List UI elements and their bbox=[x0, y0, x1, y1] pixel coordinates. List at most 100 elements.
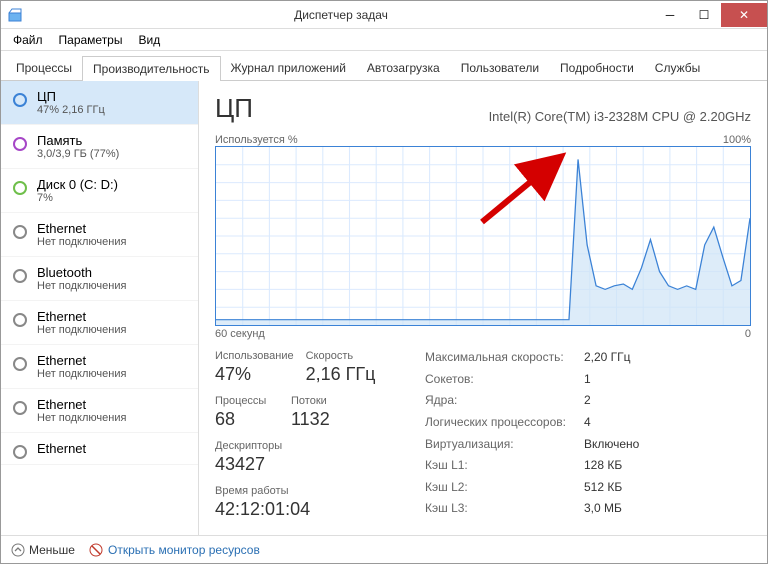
maxspeed-value: 2,20 ГГц bbox=[584, 350, 751, 369]
tab-processes[interactable]: Процессы bbox=[5, 55, 83, 80]
threads-label: Потоки bbox=[291, 395, 355, 407]
main-pane: ЦП Intel(R) Core(TM) i3-2328M CPU @ 2.20… bbox=[199, 81, 767, 535]
content-area: ЦП47% 2,16 ГГц Память3,0/3,9 ГБ (77%) Ди… bbox=[1, 81, 767, 535]
threads-value: 1132 bbox=[291, 409, 355, 430]
menu-options[interactable]: Параметры bbox=[53, 31, 129, 49]
resource-name: ЦП bbox=[215, 93, 253, 124]
footer: Меньше Открыть монитор ресурсов bbox=[1, 535, 767, 563]
resmon-icon bbox=[89, 543, 103, 557]
l2-value: 512 КБ bbox=[584, 480, 751, 499]
sidebar-item-sub: Нет подключения bbox=[37, 280, 188, 292]
stats-right: Максимальная скорость:2,20 ГГц Сокетов:1… bbox=[425, 350, 751, 520]
tabs: Процессы Производительность Журнал прило… bbox=[1, 51, 767, 81]
sidebar-item-sub: Нет подключения bbox=[37, 412, 188, 424]
virt-value: Включено bbox=[584, 437, 751, 456]
processes-value: 68 bbox=[215, 409, 279, 430]
tab-services[interactable]: Службы bbox=[644, 55, 711, 80]
sidebar-item-cpu[interactable]: ЦП47% 2,16 ГГц bbox=[1, 81, 198, 125]
net-icon bbox=[13, 445, 27, 459]
sidebar-item-label: Ethernet bbox=[37, 353, 188, 368]
l1-value: 128 КБ bbox=[584, 458, 751, 477]
sidebar-item-sub: 7% bbox=[37, 192, 188, 204]
maximize-button[interactable]: ☐ bbox=[687, 3, 721, 27]
tab-startup[interactable]: Автозагрузка bbox=[356, 55, 451, 80]
net-icon bbox=[13, 225, 27, 239]
sidebar-item-ethernet[interactable]: EthernetНет подключения bbox=[1, 213, 198, 257]
menubar: Файл Параметры Вид bbox=[1, 29, 767, 51]
chart-x-right: 0 bbox=[745, 328, 751, 340]
sidebar-item-label: ЦП bbox=[37, 89, 188, 104]
cpu-chart bbox=[215, 146, 751, 326]
bt-icon bbox=[13, 269, 27, 283]
tab-users[interactable]: Пользователи bbox=[450, 55, 550, 80]
sidebar-item-label: Ethernet bbox=[37, 397, 188, 412]
sidebar-item-sub: Нет подключения bbox=[37, 236, 188, 248]
cpu-icon bbox=[13, 93, 27, 107]
net-icon bbox=[13, 357, 27, 371]
sidebar-item-label: Bluetooth bbox=[37, 265, 188, 280]
sidebar-item-ethernet[interactable]: EthernetНет подключения bbox=[1, 389, 198, 433]
sidebar-item-label: Диск 0 (C: D:) bbox=[37, 177, 188, 192]
sidebar-item-ethernet[interactable]: EthernetНет подключения bbox=[1, 345, 198, 389]
l2-label: Кэш L2: bbox=[425, 480, 566, 499]
chart-x-left: 60 секунд bbox=[215, 328, 265, 340]
close-button[interactable]: ✕ bbox=[721, 3, 767, 27]
processes-label: Процессы bbox=[215, 395, 279, 407]
chart-y-max: 100% bbox=[723, 134, 751, 146]
handles-label: Дескрипторы bbox=[215, 440, 282, 452]
sockets-label: Сокетов: bbox=[425, 372, 566, 391]
sidebar-item-label: Память bbox=[37, 133, 188, 148]
stats-row: Использование 47% Скорость 2,16 ГГц Процес… bbox=[215, 350, 751, 520]
virt-label: Виртуализация: bbox=[425, 437, 566, 456]
handles-value: 43427 bbox=[215, 454, 282, 475]
sidebar-item-sub: Нет подключения bbox=[37, 324, 188, 336]
chevron-up-icon bbox=[11, 543, 25, 557]
uptime-label: Время работы bbox=[215, 485, 415, 497]
tab-details[interactable]: Подробности bbox=[549, 55, 645, 80]
sidebar-item-ethernet[interactable]: Ethernet bbox=[1, 433, 198, 465]
sidebar-item-sub: 47% 2,16 ГГц bbox=[37, 104, 188, 116]
window-title: Диспетчер задач bbox=[29, 8, 653, 22]
window-buttons: ─ ☐ ✕ bbox=[653, 3, 767, 27]
chart-y-label: Используется % bbox=[215, 134, 298, 146]
logical-label: Логических процессоров: bbox=[425, 415, 566, 434]
sidebar-item-label: Ethernet bbox=[37, 309, 188, 324]
menu-view[interactable]: Вид bbox=[132, 31, 166, 49]
speed-value: 2,16 ГГц bbox=[306, 364, 376, 385]
resmon-label: Открыть монитор ресурсов bbox=[108, 543, 260, 557]
speed-label: Скорость bbox=[306, 350, 376, 362]
net-icon bbox=[13, 313, 27, 327]
sidebar[interactable]: ЦП47% 2,16 ГГц Память3,0/3,9 ГБ (77%) Ди… bbox=[1, 81, 199, 535]
l3-label: Кэш L3: bbox=[425, 501, 566, 520]
header-row: ЦП Intel(R) Core(TM) i3-2328M CPU @ 2.20… bbox=[215, 93, 751, 124]
chart-svg bbox=[216, 147, 750, 325]
sidebar-item-sub: 3,0/3,9 ГБ (77%) bbox=[37, 148, 188, 160]
tab-performance[interactable]: Производительность bbox=[82, 56, 220, 81]
sockets-value: 1 bbox=[584, 372, 751, 391]
l3-value: 3,0 МБ bbox=[584, 501, 751, 520]
fewer-details-button[interactable]: Меньше bbox=[11, 543, 75, 557]
cores-label: Ядра: bbox=[425, 393, 566, 412]
l1-label: Кэш L1: bbox=[425, 458, 566, 477]
sidebar-item-label: Ethernet bbox=[37, 221, 188, 236]
sidebar-item-ethernet[interactable]: EthernetНет подключения bbox=[1, 301, 198, 345]
cpu-model: Intel(R) Core(TM) i3-2328M CPU @ 2.20GHz bbox=[489, 109, 751, 124]
sidebar-item-label: Ethernet bbox=[37, 441, 188, 456]
memory-icon bbox=[13, 137, 27, 151]
open-resource-monitor-link[interactable]: Открыть монитор ресурсов bbox=[89, 543, 260, 557]
chart-wrap: Используется % 100% 60 секунд 0 bbox=[215, 134, 751, 340]
sidebar-item-memory[interactable]: Память3,0/3,9 ГБ (77%) bbox=[1, 125, 198, 169]
tab-app-history[interactable]: Журнал приложений bbox=[220, 55, 357, 80]
stats-left: Использование 47% Скорость 2,16 ГГц Процес… bbox=[215, 350, 415, 520]
sidebar-item-sub: Нет подключения bbox=[37, 368, 188, 380]
menu-file[interactable]: Файл bbox=[7, 31, 49, 49]
titlebar: Диспетчер задач ─ ☐ ✕ bbox=[1, 1, 767, 29]
util-label: Использование bbox=[215, 350, 294, 362]
fewer-details-label: Меньше bbox=[29, 543, 75, 557]
minimize-button[interactable]: ─ bbox=[653, 3, 687, 27]
sidebar-item-bluetooth[interactable]: BluetoothНет подключения bbox=[1, 257, 198, 301]
logical-value: 4 bbox=[584, 415, 751, 434]
cores-value: 2 bbox=[584, 393, 751, 412]
util-value: 47% bbox=[215, 364, 294, 385]
sidebar-item-disk0[interactable]: Диск 0 (C: D:)7% bbox=[1, 169, 198, 213]
